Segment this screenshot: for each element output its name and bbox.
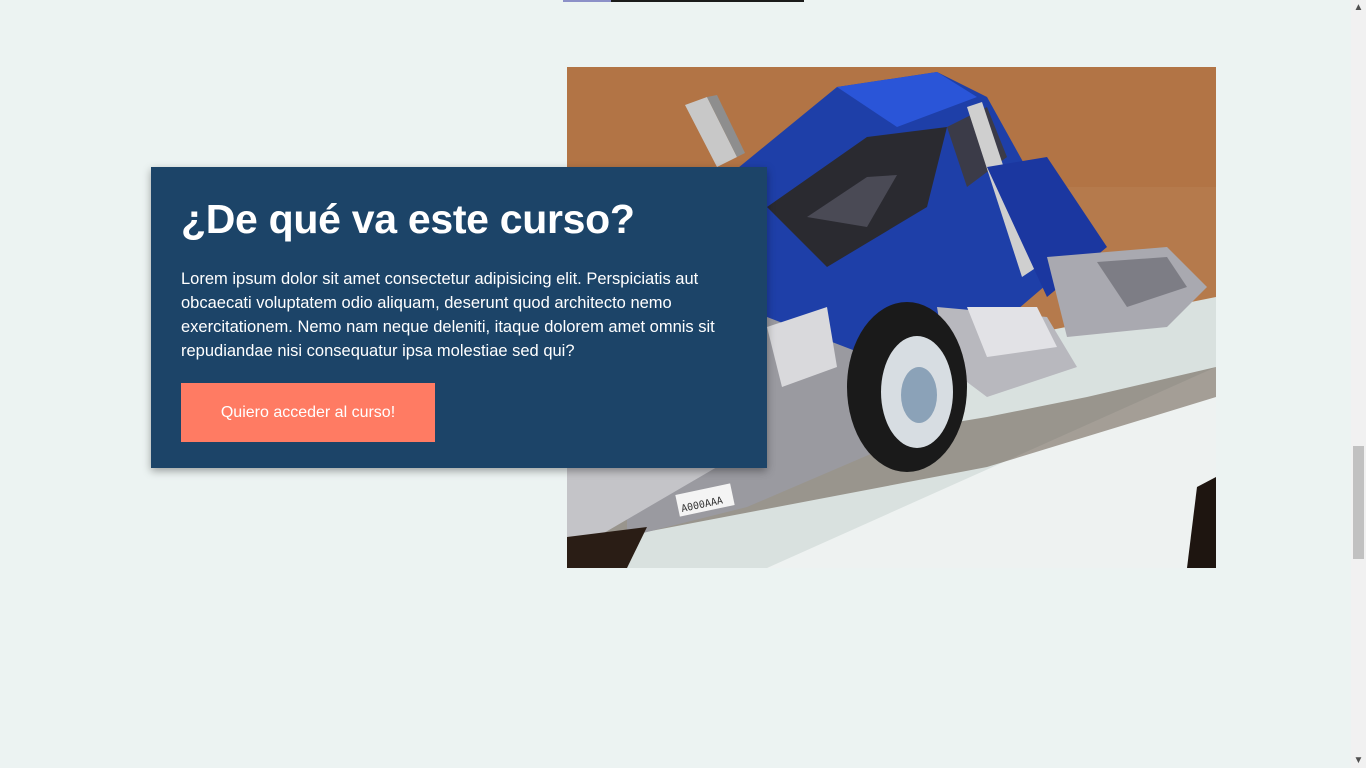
vertical-scrollbar[interactable]: ▲ ▼ [1351,0,1366,768]
access-course-button[interactable]: Quiero acceder al curso! [181,383,435,442]
scroll-down-icon[interactable]: ▼ [1351,753,1366,768]
scroll-up-icon[interactable]: ▲ [1351,0,1366,15]
top-divider [563,0,804,2]
course-title: ¿De qué va este curso? [181,196,635,242]
scrollbar-thumb[interactable] [1353,446,1364,559]
page: A000AAA ¿De qué va este curso? Lorem ips… [0,0,1366,768]
course-description: Lorem ipsum dolor sit amet consectetur a… [181,270,715,360]
top-divider-accent [563,0,611,2]
course-info-card: ¿De qué va este curso? Lorem ipsum dolor… [151,167,767,468]
top-divider-line [611,0,804,2]
